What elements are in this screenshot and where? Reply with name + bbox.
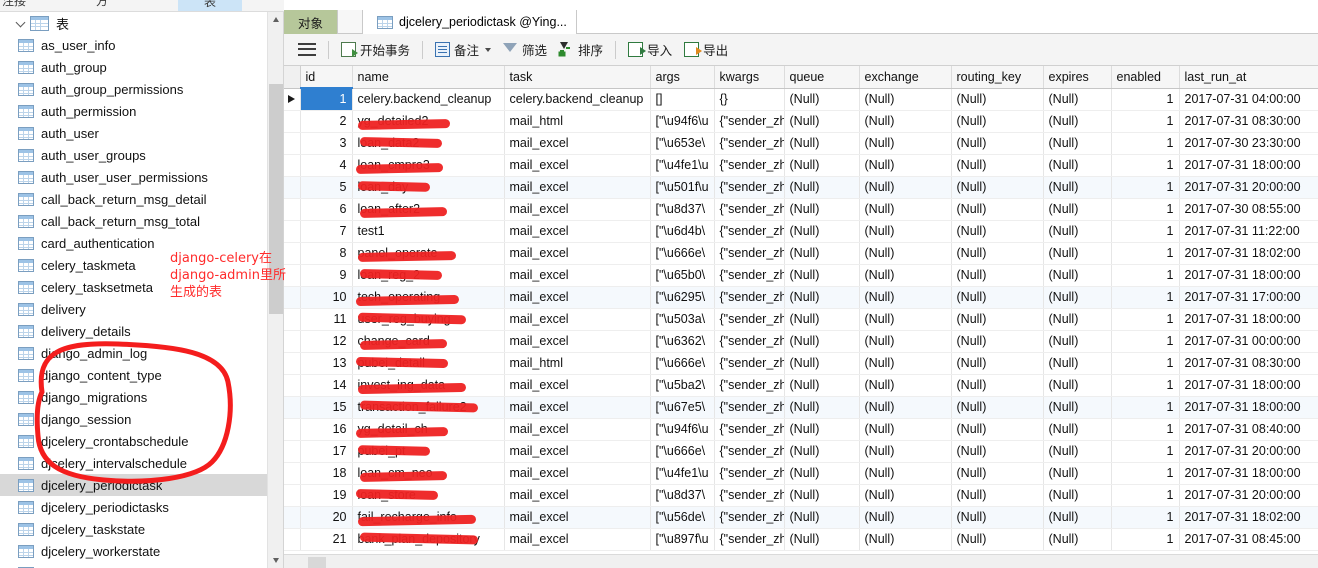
red-circle-annotation xyxy=(34,341,233,484)
annotation-text: django-celery在django-admin里所生成的表 xyxy=(170,251,286,300)
app-window: 注接 方 表 视图 回数 事件 查询 报表 备份 计划 模型 表 as_user… xyxy=(0,0,1318,568)
